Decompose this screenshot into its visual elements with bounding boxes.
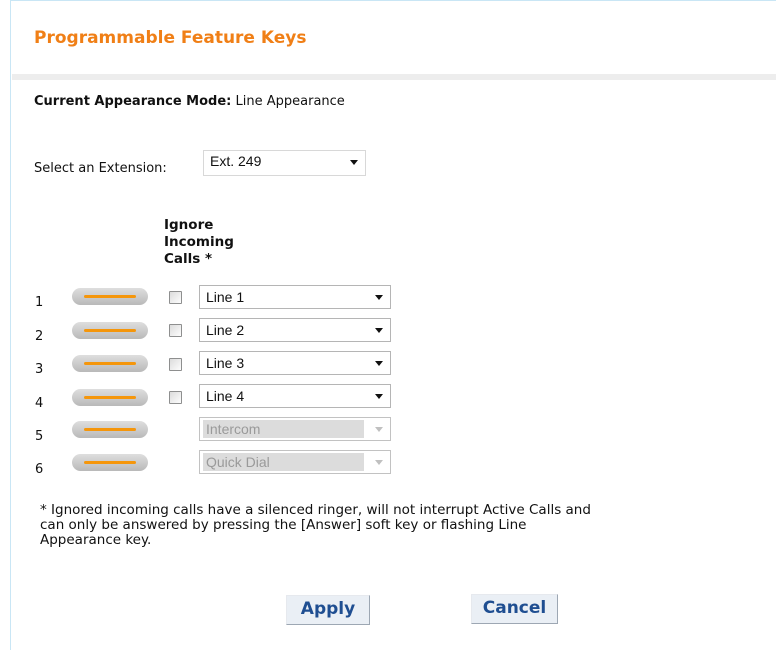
footnote-line: Appearance key. <box>40 532 152 548</box>
ignore-calls-footnote: * Ignored incoming calls have a silenced… <box>40 503 720 548</box>
key-assignment-value: Line 2 <box>206 322 245 338</box>
key-led <box>84 461 136 464</box>
key-number: 6 <box>35 462 44 477</box>
ignore-incoming-calls-header: Ignore Incoming Calls * <box>164 217 274 268</box>
appearance-mode-label: Current Appearance Mode: <box>34 94 232 109</box>
appearance-mode: Current Appearance Mode: Line Appearance <box>34 94 345 109</box>
chevron-down-icon <box>375 460 383 465</box>
feature-key-1 <box>72 288 148 305</box>
header-line: Calls * <box>164 251 213 267</box>
feature-key-5 <box>72 421 148 438</box>
extension-select[interactable]: Ext. 249 <box>203 150 366 176</box>
key-assignment-select-1[interactable]: Line 1 <box>199 285 391 309</box>
key-assignment-select-5: Intercom <box>199 417 391 441</box>
appearance-mode-value: Line Appearance <box>231 94 345 109</box>
cancel-button[interactable]: Cancel <box>471 594 558 624</box>
key-led <box>84 396 136 399</box>
key-assignment-value: Line 4 <box>206 388 245 404</box>
ignore-checkbox-4[interactable] <box>169 391 182 404</box>
feature-key-3 <box>72 355 148 372</box>
header-line: Ignore <box>164 217 214 233</box>
key-assignment-value: Intercom <box>203 420 364 438</box>
key-number: 1 <box>35 295 44 310</box>
ignore-checkbox-3[interactable] <box>169 358 182 371</box>
key-assignment-select-4[interactable]: Line 4 <box>199 384 391 408</box>
frame-top-border <box>10 0 776 1</box>
key-led <box>84 428 136 431</box>
key-assignment-select-6: Quick Dial <box>199 450 391 474</box>
apply-button[interactable]: Apply <box>286 595 370 625</box>
title-divider <box>12 74 776 80</box>
key-assignment-value: Line 3 <box>206 355 245 371</box>
key-number: 3 <box>35 362 44 377</box>
chevron-down-icon <box>375 328 383 333</box>
feature-key-2 <box>72 322 148 339</box>
key-number: 5 <box>35 429 44 444</box>
chevron-down-icon <box>375 394 383 399</box>
key-assignment-value: Line 1 <box>206 289 245 305</box>
extension-select-value: Ext. 249 <box>210 153 262 169</box>
frame-left-border <box>10 0 11 650</box>
extension-label: Select an Extension: <box>34 161 167 176</box>
feature-key-4 <box>72 389 148 406</box>
ignore-checkbox-2[interactable] <box>169 324 182 337</box>
footnote-line: can only be answered by pressing the [An… <box>40 517 527 533</box>
footnote-line: * Ignored incoming calls have a silenced… <box>40 502 591 518</box>
key-assignment-value: Quick Dial <box>203 453 364 471</box>
key-number: 2 <box>35 329 44 344</box>
ignore-checkbox-1[interactable] <box>169 291 182 304</box>
header-line: Incoming <box>164 234 234 250</box>
chevron-down-icon <box>375 295 383 300</box>
key-number: 4 <box>35 396 44 411</box>
key-led <box>84 295 136 298</box>
key-assignment-select-3[interactable]: Line 3 <box>199 351 391 375</box>
chevron-down-icon <box>375 361 383 366</box>
chevron-down-icon <box>375 427 383 432</box>
feature-key-6 <box>72 454 148 471</box>
key-assignment-select-2[interactable]: Line 2 <box>199 318 391 342</box>
key-led <box>84 362 136 365</box>
page-title: Programmable Feature Keys <box>34 28 307 48</box>
chevron-down-icon <box>350 160 358 165</box>
key-led <box>84 329 136 332</box>
